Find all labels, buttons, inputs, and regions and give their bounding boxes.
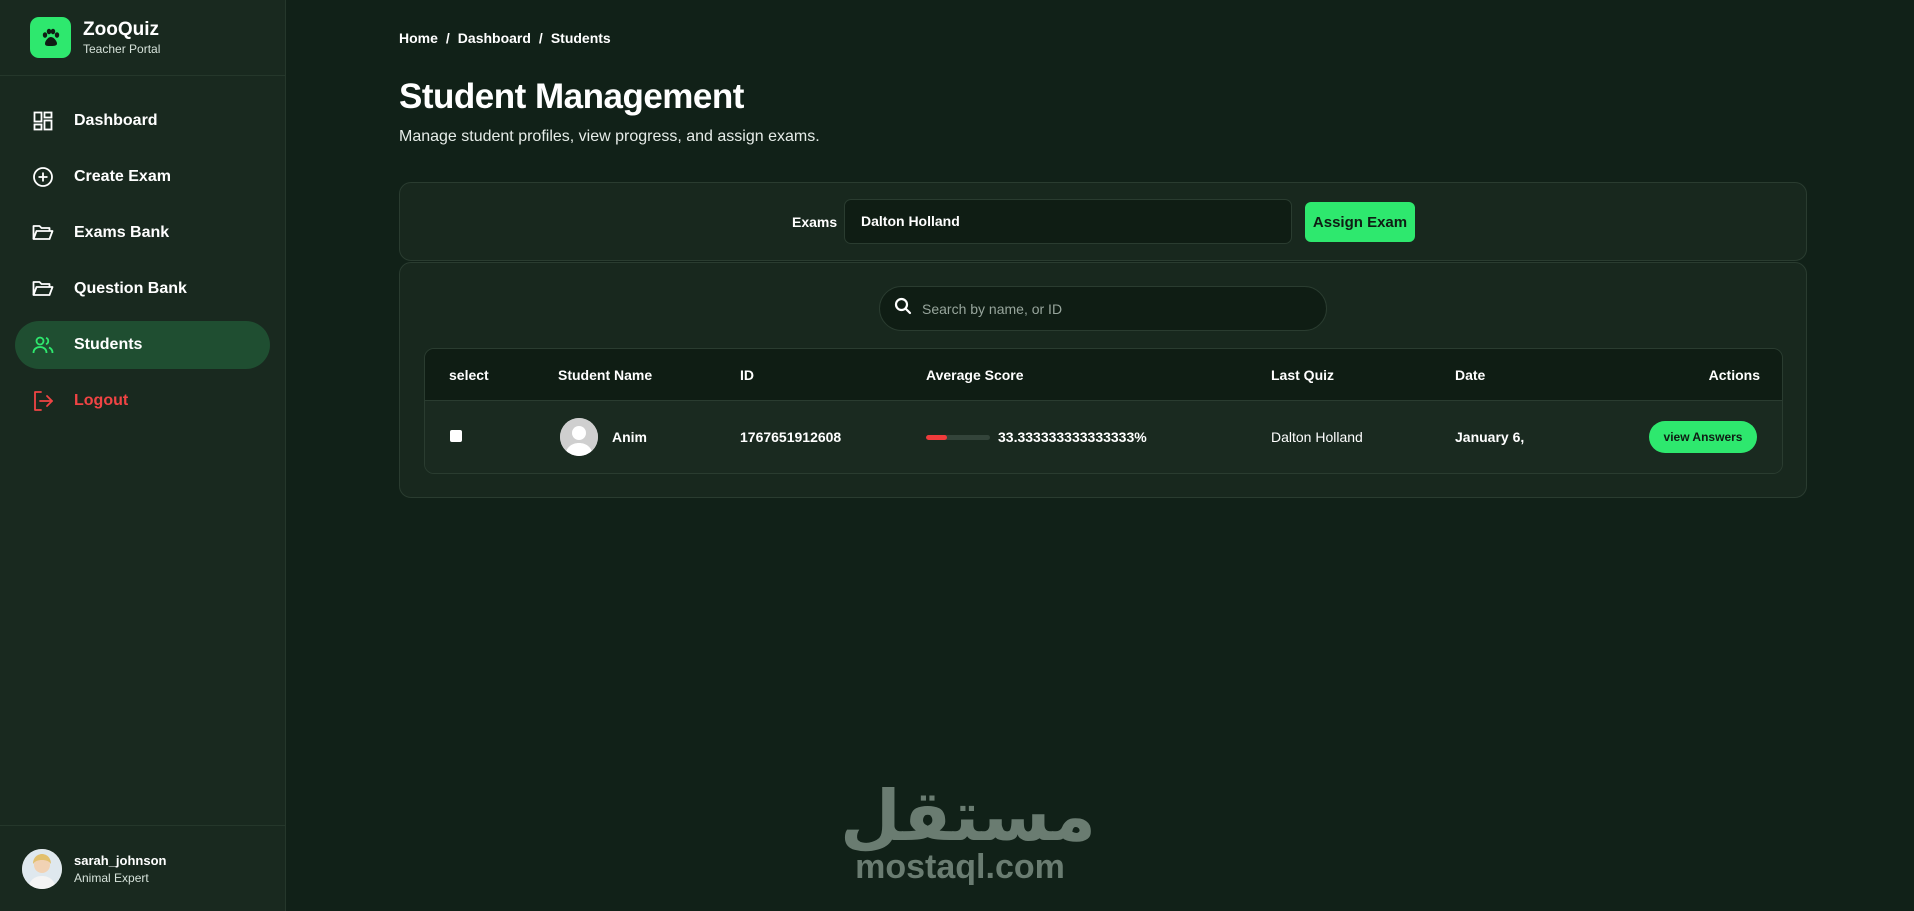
assign-exam-button[interactable]: Assign Exam: [1305, 202, 1415, 242]
column-header-select: select: [449, 367, 489, 383]
search-input[interactable]: [920, 299, 1304, 318]
folder-open-icon: [31, 277, 55, 301]
sidebar-item-dashboard[interactable]: Dashboard: [15, 97, 270, 145]
folder-open-icon: [31, 221, 55, 245]
last-quiz: Dalton Holland: [1271, 429, 1363, 445]
table-row: Anim 1767651912608 33.333333333333333% D…: [425, 401, 1782, 473]
sidebar-item-label: Logout: [74, 392, 129, 409]
exam-select[interactable]: Dalton Holland: [844, 199, 1292, 244]
brand[interactable]: ZooQuiz Teacher Portal: [0, 0, 285, 76]
breadcrumb-students: Students: [550, 30, 611, 46]
sidebar-item-question-bank[interactable]: Question Bank: [15, 265, 270, 313]
watermark-latin: mostaql.com: [855, 848, 1065, 886]
breadcrumb-separator: /: [445, 30, 450, 46]
users-icon: [31, 333, 55, 357]
breadcrumb-separator: /: [538, 30, 543, 46]
quiz-date: January 6,: [1455, 429, 1525, 445]
sidebar-item-label: Students: [74, 336, 143, 353]
sidebar: ZooQuiz Teacher Portal Dashboard Create …: [0, 0, 286, 911]
app-name: ZooQuiz: [83, 18, 159, 40]
column-header-date: Date: [1455, 367, 1486, 383]
breadcrumb-dashboard[interactable]: Dashboard: [458, 30, 531, 46]
search-box[interactable]: [879, 286, 1327, 331]
user-name: sarah_johnson: [74, 852, 167, 868]
watermark-arabic: مستقل: [840, 775, 1097, 857]
sidebar-item-logout[interactable]: Logout: [15, 377, 270, 425]
average-score: 33.333333333333333%: [998, 429, 1147, 445]
user-profile[interactable]: sarah_johnson Animal Expert: [0, 825, 286, 911]
column-header-last-quiz: Last Quiz: [1271, 367, 1335, 383]
breadcrumb-home[interactable]: Home: [399, 30, 438, 46]
plus-circle-icon: [31, 165, 55, 189]
score-progress-bar: [926, 435, 990, 440]
student-name: Anim: [612, 429, 647, 445]
assign-exam-card: Exams Dalton Holland Assign Exam: [399, 182, 1807, 261]
sidebar-item-label: Create Exam: [74, 168, 171, 185]
column-header-student-name: Student Name: [558, 367, 653, 383]
sidebar-item-exams-bank[interactable]: Exams Bank: [15, 209, 270, 257]
sidebar-nav: Dashboard Create Exam Exams Bank Questio…: [0, 76, 285, 425]
column-header-id: ID: [740, 367, 754, 383]
avatar: [560, 418, 598, 456]
column-header-average-score: Average Score: [926, 367, 1024, 383]
page-subtitle: Manage student profiles, view progress, …: [399, 128, 820, 145]
exams-label: Exams: [792, 214, 838, 230]
watermark: مستقل mostaql.com: [840, 775, 1097, 886]
page-title: Student Management: [399, 77, 744, 116]
app-subtitle: Teacher Portal: [83, 41, 161, 56]
paw-icon: [30, 17, 71, 58]
students-table: select Student Name ID Average Score Las…: [424, 348, 1783, 474]
students-card: select Student Name ID Average Score Las…: [399, 262, 1807, 498]
search-icon: [894, 297, 912, 320]
sidebar-item-create-exam[interactable]: Create Exam: [15, 153, 270, 201]
dashboard-icon: [31, 109, 55, 133]
user-role: Animal Expert: [74, 870, 149, 885]
sidebar-item-label: Question Bank: [74, 280, 187, 297]
view-answers-button[interactable]: view Answers: [1649, 421, 1757, 453]
breadcrumb: Home / Dashboard / Students: [399, 30, 611, 46]
logout-icon: [31, 389, 55, 413]
avatar: [22, 848, 62, 889]
sidebar-item-label: Dashboard: [74, 112, 158, 129]
student-id: 1767651912608: [740, 429, 842, 445]
score-progress-fill: [926, 435, 948, 440]
column-header-actions: Actions: [1708, 367, 1760, 383]
sidebar-item-students[interactable]: Students: [15, 321, 270, 369]
sidebar-item-label: Exams Bank: [74, 224, 170, 241]
row-select-checkbox[interactable]: [450, 430, 462, 442]
table-header: select Student Name ID Average Score Las…: [425, 349, 1782, 401]
